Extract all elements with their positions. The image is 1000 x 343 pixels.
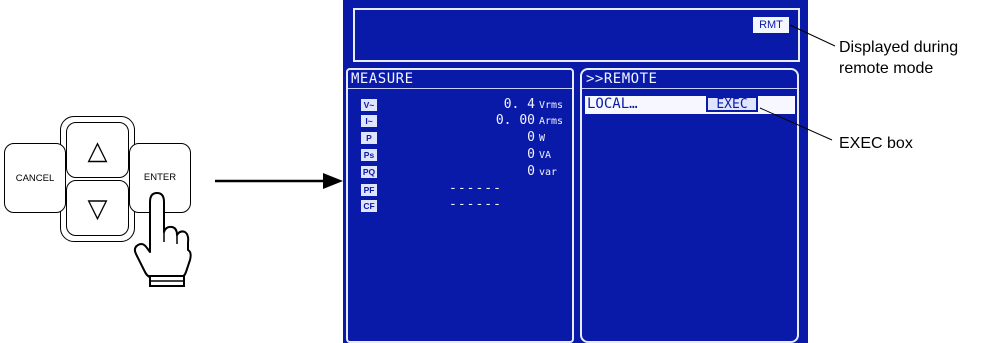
measure-badge: Ps (361, 149, 377, 161)
measure-value: ------ (449, 197, 502, 212)
measure-badge: P (361, 132, 377, 144)
measure-unit: Arms (539, 116, 564, 127)
remote-title-divider (582, 88, 797, 89)
exec-callout: EXEC box (839, 135, 913, 152)
measure-value: 0. 00 (495, 113, 535, 128)
rmt-callout: Displayed during remote mode (839, 37, 958, 79)
measure-row: PQ 0 var (351, 164, 567, 179)
local-menu-item[interactable]: LOCAL… EXEC (585, 96, 795, 114)
down-triangle-icon: ▽ (87, 192, 108, 223)
local-item-label: LOCAL… (587, 96, 638, 112)
measure-title-divider (348, 88, 572, 89)
measure-badge: CF (361, 200, 377, 212)
cancel-key[interactable]: CANCEL (4, 143, 66, 213)
rmt-indicator: RMT (753, 17, 789, 33)
measure-row: PF ------ (351, 181, 567, 197)
flow-arrow-icon (215, 173, 343, 189)
rmt-callout-line1: Displayed during (839, 39, 959, 56)
rmt-callout-line2: remote mode (839, 60, 934, 77)
measure-row: CF ------ (351, 197, 567, 213)
remote-title: >>REMOTE (586, 71, 658, 87)
measure-value: 0. 4 (503, 97, 535, 112)
measure-unit: Vrms (539, 100, 564, 111)
measure-row: V~ 0. 4 Vrms (351, 97, 567, 112)
exec-button[interactable]: EXEC (706, 96, 758, 112)
measure-row: I~ 0. 00 Arms (351, 113, 567, 128)
status-panel (353, 8, 800, 62)
cancel-key-label: CANCEL (15, 172, 55, 184)
measure-value: 0 (527, 164, 535, 179)
measure-value: 0 (527, 147, 535, 162)
measure-row: Ps 0 VA (351, 147, 567, 162)
down-arrow-key[interactable]: ▽ (66, 180, 129, 236)
measure-value: ------ (449, 181, 502, 196)
up-triangle-icon: △ (87, 134, 108, 165)
measure-unit: VA (539, 150, 552, 161)
pointing-hand-icon (133, 192, 192, 287)
measure-unit: var (539, 167, 558, 178)
enter-key-label: ENTER (143, 172, 177, 183)
measure-unit: W (539, 133, 546, 144)
measure-badge: V~ (361, 99, 377, 111)
up-arrow-key[interactable]: △ (66, 122, 129, 178)
measure-badge: I~ (361, 115, 377, 127)
measure-value: 0 (527, 130, 535, 145)
measure-row: P 0 W (351, 130, 567, 145)
measure-badge: PQ (361, 166, 377, 178)
measure-title: MEASURE (351, 71, 414, 87)
measure-badge: PF (361, 184, 377, 196)
